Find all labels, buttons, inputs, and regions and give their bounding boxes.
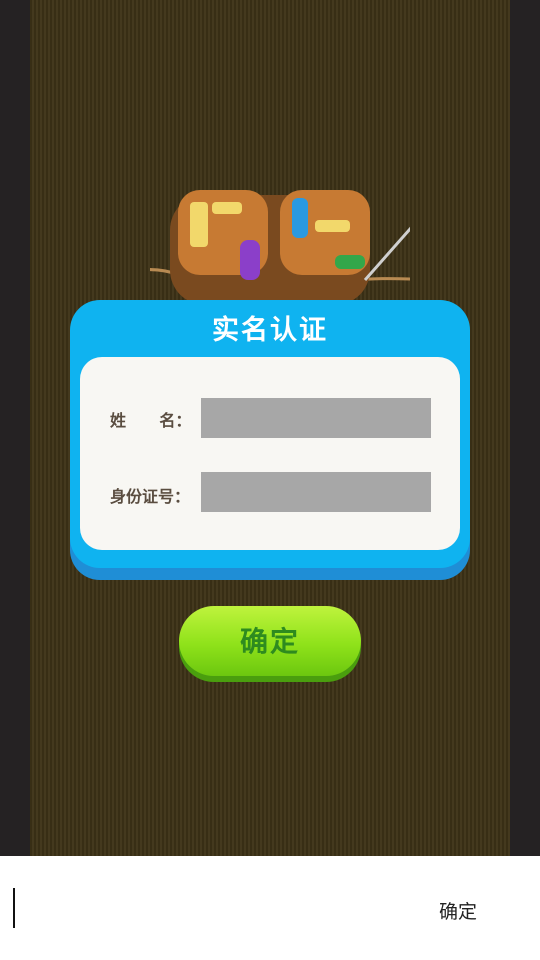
realname-dialog: 实名认证 姓 名： 身份证号： (70, 300, 470, 580)
dialog-title: 实名认证 (212, 315, 328, 346)
name-input[interactable] (201, 398, 431, 438)
input-bar-confirm-button[interactable]: 确定 (428, 897, 488, 924)
confirm-button[interactable]: 确定 (179, 606, 361, 682)
form-panel: 姓 名： 身份证号： (80, 357, 460, 550)
id-number-label: 身份证号： (110, 487, 191, 506)
id-number-input[interactable] (201, 472, 431, 512)
name-label: 姓 名： (110, 411, 192, 430)
right-letterbox (510, 0, 540, 856)
game-logo (150, 190, 410, 305)
text-caret (13, 888, 15, 928)
left-letterbox (0, 0, 30, 856)
confirm-button-label: 确定 (239, 625, 300, 658)
